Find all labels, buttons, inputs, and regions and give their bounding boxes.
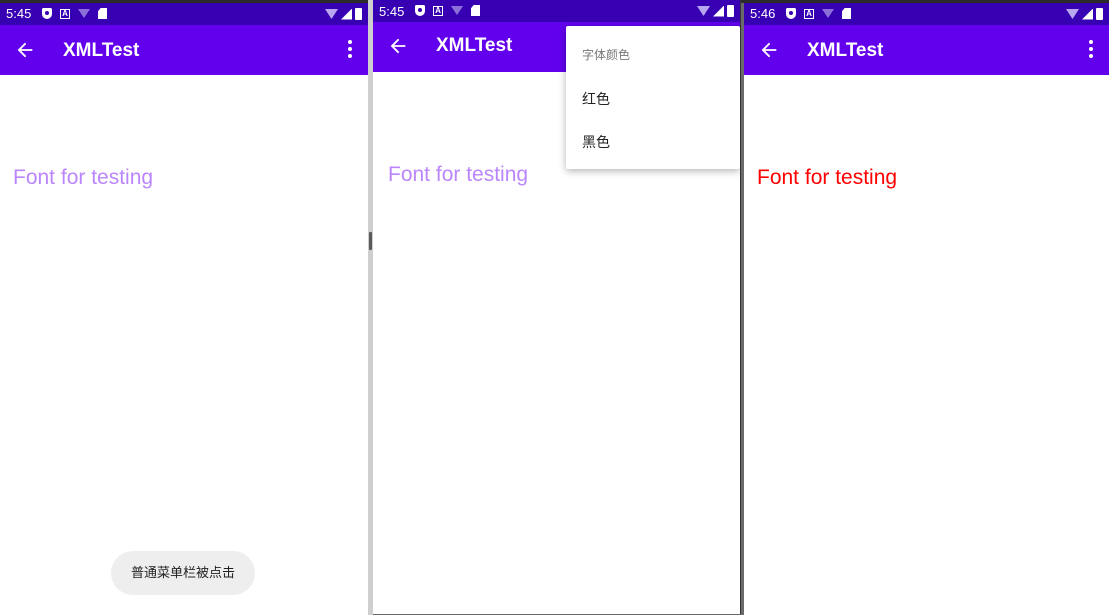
screen-1: 5:45 A XMLTest Font for testing 普通菜单栏被点击 xyxy=(0,3,368,615)
wifi-icon xyxy=(78,9,90,18)
app-title: XMLTest xyxy=(436,35,513,56)
battery-icon xyxy=(727,5,734,17)
overflow-menu-icon[interactable] xyxy=(1085,40,1097,60)
menu-item-red[interactable]: 红色 xyxy=(582,89,610,109)
notification-icons: A xyxy=(415,5,480,16)
screen-2: 5:45 A XMLTest Font for testing 字体颜色 红色 … xyxy=(373,0,741,614)
back-arrow-icon[interactable] xyxy=(14,39,36,61)
overflow-menu-icon[interactable] xyxy=(344,40,356,60)
app-bar: XMLTest xyxy=(0,25,368,75)
notification-icons: A xyxy=(786,8,851,19)
app-title: XMLTest xyxy=(807,40,884,61)
a-notification-icon: A xyxy=(60,8,70,19)
back-arrow-icon[interactable] xyxy=(758,39,780,61)
sample-text: Font for testing xyxy=(757,166,898,189)
signal-icon xyxy=(1082,8,1093,20)
popup-menu-header: 字体颜色 xyxy=(582,48,631,62)
menu-item-black[interactable]: 黑色 xyxy=(582,132,610,152)
a-notification-icon: A xyxy=(804,8,814,19)
signal-icon xyxy=(713,5,724,17)
status-time: 5:45 xyxy=(6,6,32,21)
sd-card-icon xyxy=(471,5,480,16)
status-bar: 5:46 A xyxy=(744,3,1109,25)
wifi-icon xyxy=(1066,9,1079,19)
vpn-shield-icon xyxy=(42,8,52,19)
divider-handle[interactable] xyxy=(369,232,372,250)
app-bar: XMLTest xyxy=(744,25,1109,75)
back-arrow-icon[interactable] xyxy=(387,35,409,57)
battery-icon xyxy=(1096,8,1103,20)
a-notification-icon: A xyxy=(433,5,443,16)
sd-card-icon xyxy=(98,8,107,19)
sample-text: Font for testing xyxy=(388,163,529,186)
status-bar: 5:45 A xyxy=(0,3,368,25)
wifi-icon xyxy=(822,9,834,18)
vpn-shield-icon xyxy=(786,8,796,19)
system-icons xyxy=(325,8,362,20)
popup-menu: 字体颜色 红色 黑色 xyxy=(566,26,740,169)
signal-icon xyxy=(341,8,352,20)
system-icons xyxy=(1066,8,1103,20)
sample-text: Font for testing xyxy=(13,166,154,189)
wifi-icon xyxy=(451,6,463,15)
sd-card-icon xyxy=(842,8,851,19)
notification-icons: A xyxy=(42,8,107,19)
wifi-icon xyxy=(325,9,338,19)
vpn-shield-icon xyxy=(415,5,425,16)
status-bar: 5:45 A xyxy=(373,0,740,22)
wifi-icon xyxy=(697,6,710,16)
battery-icon xyxy=(355,8,362,20)
screen-3: 5:46 A XMLTest Font for testing xyxy=(744,3,1109,615)
status-time: 5:45 xyxy=(379,4,405,19)
toast-message: 普通菜单栏被点击 xyxy=(111,551,255,595)
system-icons xyxy=(697,5,734,17)
status-time: 5:46 xyxy=(750,6,776,21)
app-title: XMLTest xyxy=(63,40,140,61)
